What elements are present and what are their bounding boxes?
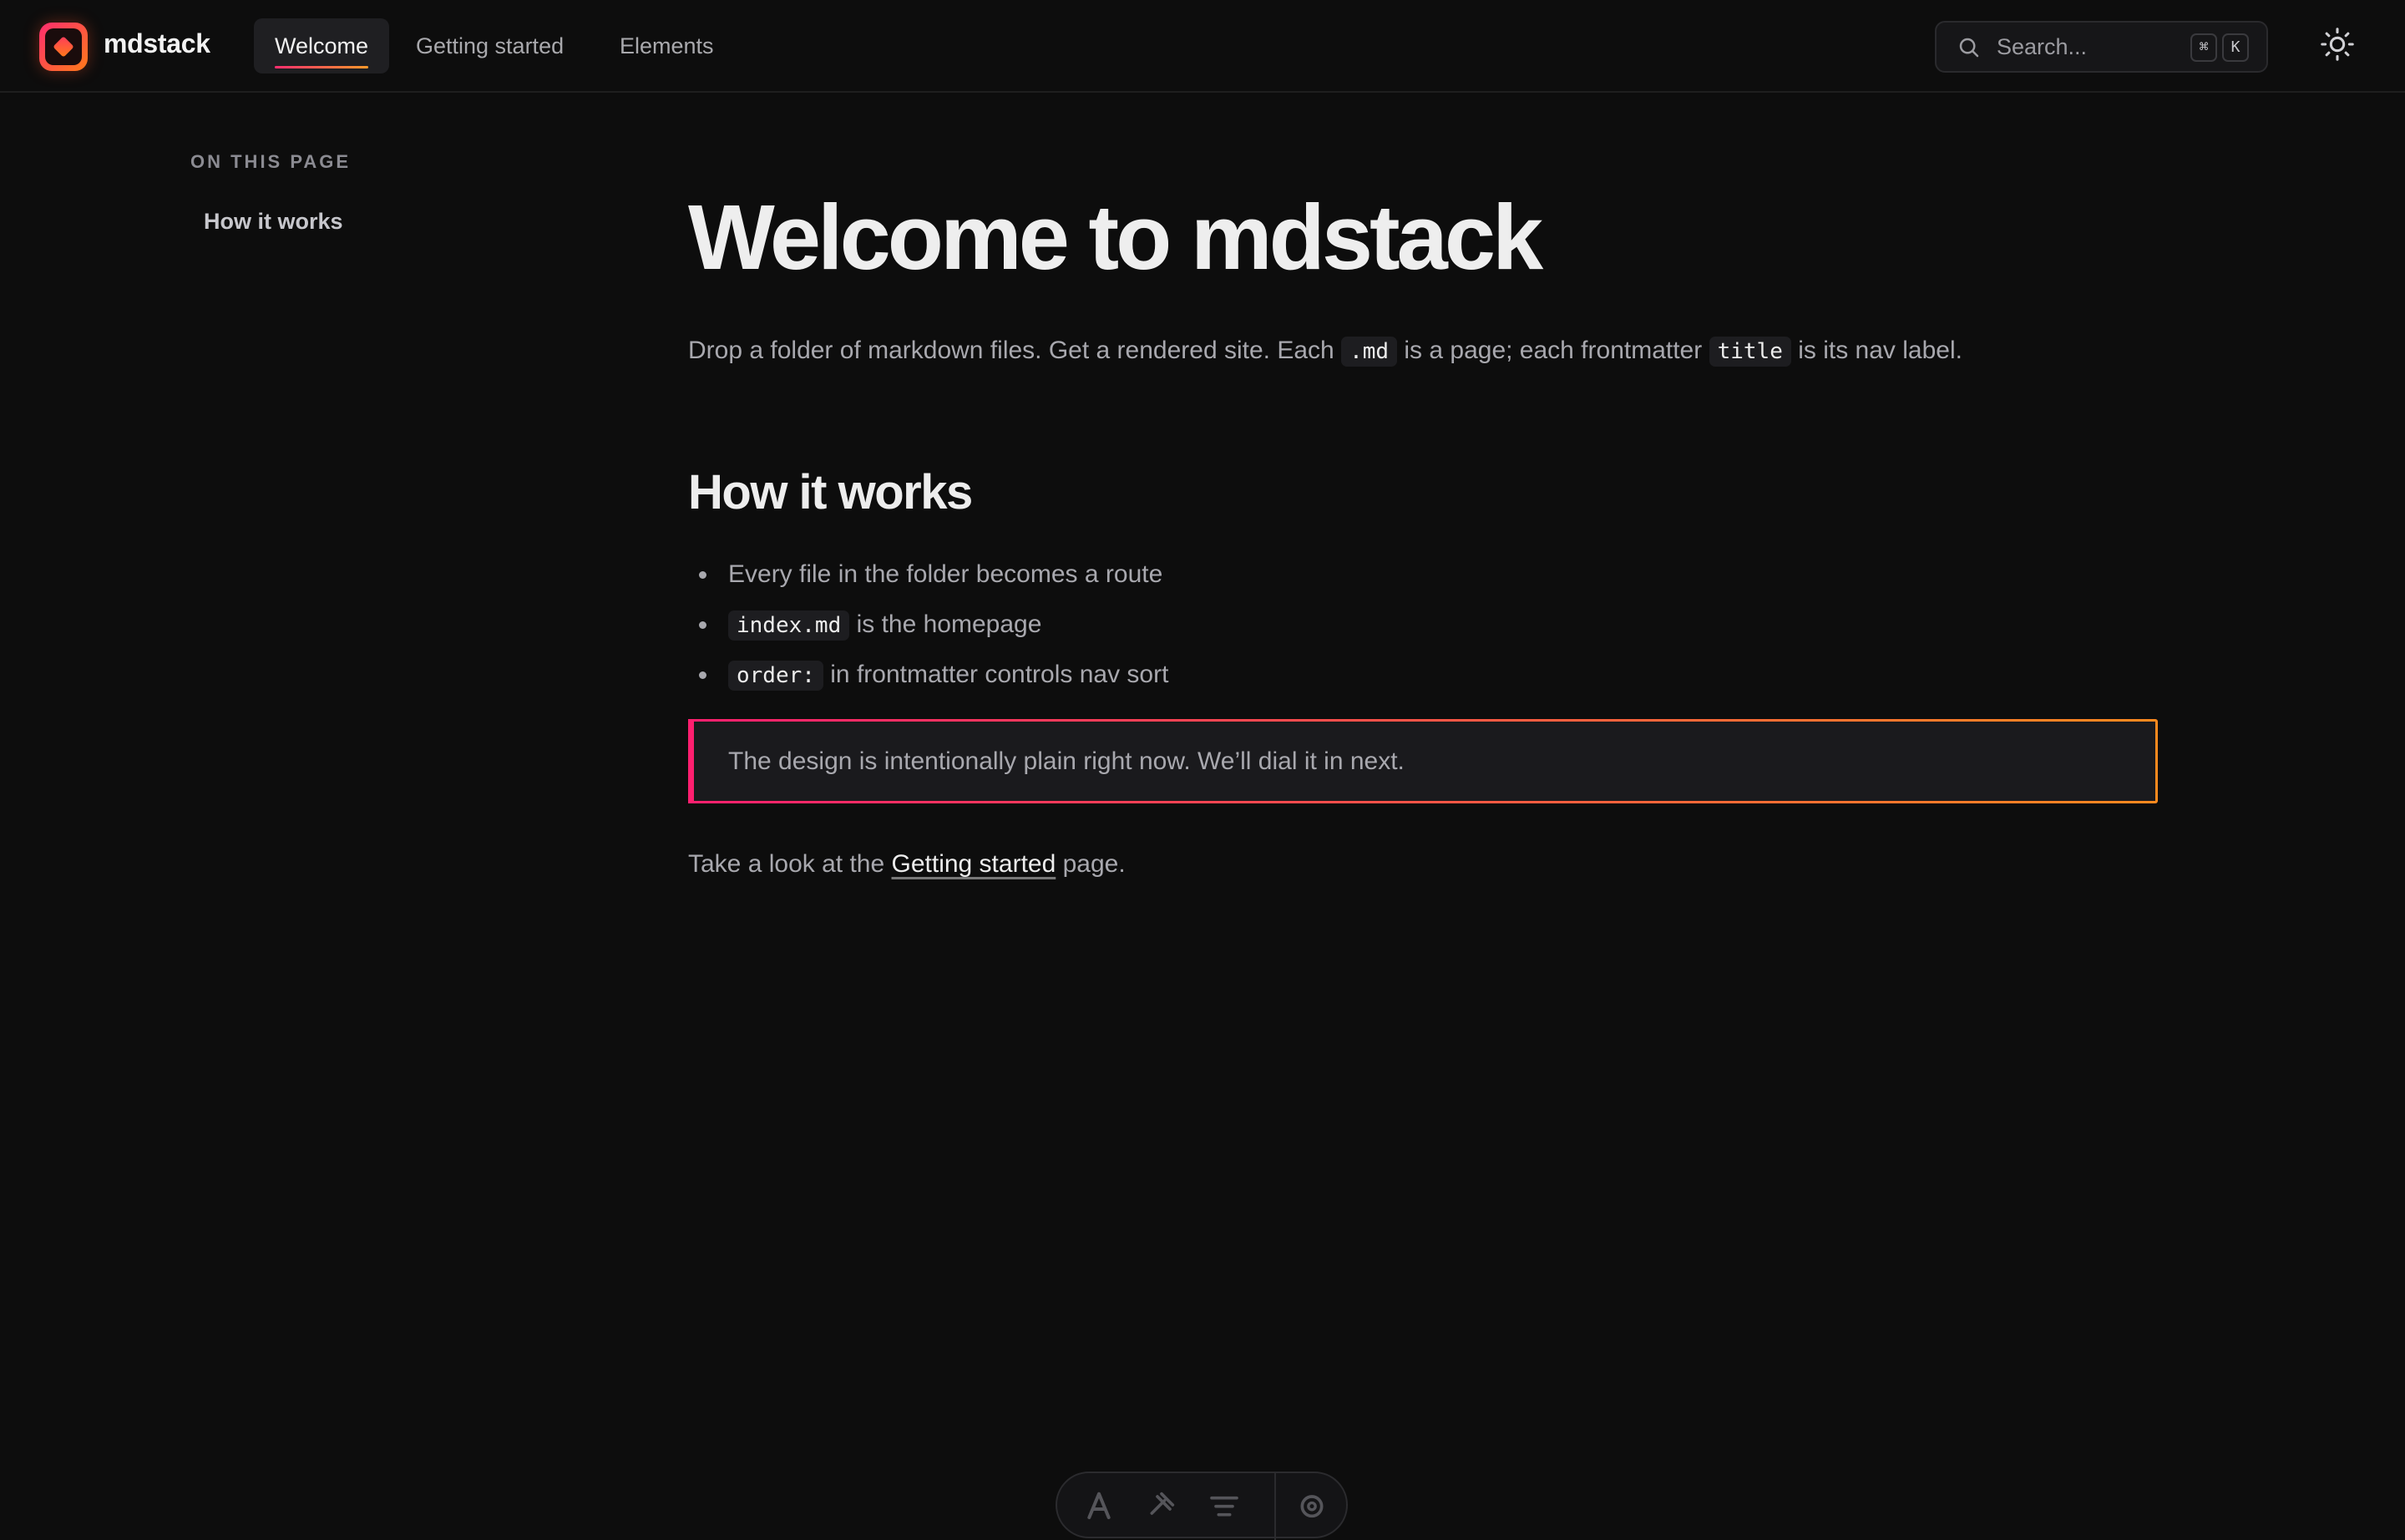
brand-name[interactable]: mdstack <box>104 28 210 59</box>
search-icon <box>1959 38 1979 58</box>
tab-elements[interactable]: Elements <box>599 18 735 73</box>
inline-code-md: .md <box>1341 337 1398 367</box>
font-icon[interactable] <box>1082 1488 1116 1522</box>
toolbar-divider <box>1274 1473 1276 1540</box>
list-item: order: in frontmatter controls nav sort <box>688 650 1168 700</box>
tab-label: Welcome <box>275 33 369 58</box>
tab-label: Getting started <box>416 33 565 58</box>
section-heading-how-it-works: How it works <box>688 465 973 519</box>
inline-code-index-md: index.md <box>728 610 850 641</box>
intro-text: is a page; each frontmatter <box>1397 337 1709 364</box>
inline-code-order: order: <box>728 661 823 691</box>
tab-welcome[interactable]: Welcome <box>254 18 390 73</box>
list-item: Every file in the folder becomes a route <box>688 550 1168 600</box>
footer-paragraph: Take a look at the Getting started page. <box>688 843 1126 885</box>
list-item-text: in frontmatter controls nav sort <box>823 661 1169 688</box>
callout-accent-bar <box>688 719 694 803</box>
tab-label: Elements <box>620 33 714 58</box>
top-navbar: mdstack Welcome Getting started Elements… <box>0 0 2405 93</box>
shortcut-key-cmd: ⌘ <box>2190 33 2217 62</box>
search-input[interactable] <box>1997 23 2180 71</box>
intro-text: is its nav label. <box>1790 337 1962 364</box>
gear-icon[interactable] <box>1295 1488 1329 1522</box>
mdstack-logo-icon[interactable] <box>39 23 88 71</box>
callout-note: The design is intentionally plain right … <box>688 719 2158 803</box>
search-box[interactable]: ⌘ K <box>1935 21 2268 73</box>
bullet-icon <box>699 571 706 579</box>
footer-text: Take a look at the <box>688 850 892 878</box>
toc-heading: ON THIS PAGE <box>190 151 352 172</box>
callout-text: The design is intentionally plain right … <box>728 747 1405 775</box>
bullet-icon <box>699 671 706 679</box>
sun-icon[interactable] <box>2318 25 2357 63</box>
intro-text: Drop a folder of markdown files. Get a r… <box>688 337 1342 364</box>
layout-icon[interactable] <box>1208 1488 1241 1522</box>
tab-getting-started[interactable]: Getting started <box>395 18 585 73</box>
active-tab-indicator <box>275 66 369 68</box>
intro-paragraph: Drop a folder of markdown files. Get a r… <box>688 330 1962 372</box>
how-it-works-list: Every file in the folder becomes a route… <box>688 550 1168 700</box>
bullet-icon <box>699 621 706 629</box>
paint-icon[interactable] <box>1145 1488 1178 1522</box>
bottom-toolbar <box>1056 1472 1348 1540</box>
list-item-text: Every file in the folder becomes a route <box>728 560 1163 588</box>
page-title: Welcome to mdstack <box>688 186 1543 289</box>
list-item-text: is the homepage <box>849 610 1042 638</box>
list-item: index.md is the homepage <box>688 600 1168 650</box>
getting-started-link[interactable]: Getting started <box>892 850 1056 878</box>
footer-text: page. <box>1056 850 1126 878</box>
toc-item-how-it-works[interactable]: How it works <box>204 209 343 235</box>
shortcut-key-k: K <box>2222 33 2249 62</box>
inline-code-title: title <box>1709 337 1791 367</box>
